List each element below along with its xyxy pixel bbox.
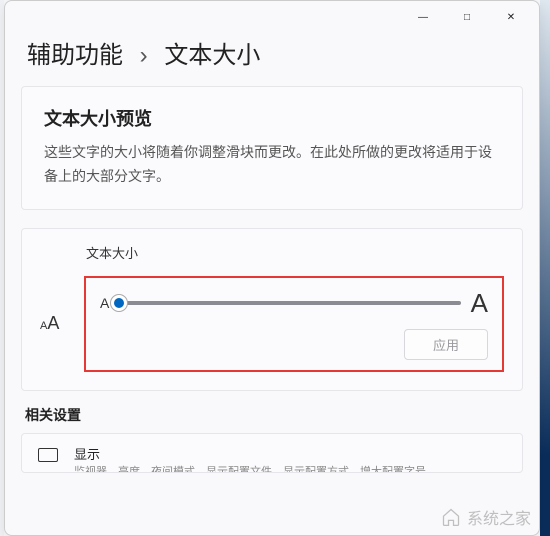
related-display-subtitle: 监视器、亮度、夜间模式、显示配置文件、显示配置方式、增大配置字号 (74, 463, 426, 473)
preview-description: 这些文字的大小将随着你调整滑块而更改。在此处所做的更改将适用于设备上的大部分文字… (44, 141, 500, 189)
related-display-item[interactable]: 显示 监视器、亮度、夜间模式、显示配置文件、显示配置方式、增大配置字号 (21, 433, 523, 473)
apply-button[interactable]: 应用 (404, 329, 488, 360)
text-size-label: 文本大小 (86, 243, 504, 262)
text-size-section: 文本大小 AA A A 应用 (21, 228, 523, 391)
house-icon (441, 507, 461, 527)
minimize-button[interactable]: — (401, 2, 445, 32)
slider-min-label: A (100, 295, 109, 311)
settings-window: — □ ✕ 辅助功能 › 文本大小 文本大小预览 这些文字的大小将随着你调整滑块… (4, 0, 540, 536)
slider-max-label: A (471, 288, 488, 319)
preview-title: 文本大小预览 (44, 105, 500, 131)
text-size-preview-card: 文本大小预览 这些文字的大小将随着你调整滑块而更改。在此处所做的更改将适用于设备… (21, 86, 523, 210)
breadcrumb-separator: › (140, 42, 148, 69)
monitor-icon (38, 448, 58, 462)
titlebar: — □ ✕ (5, 1, 539, 33)
highlight-box: A A 应用 (84, 276, 504, 372)
text-size-slider[interactable] (119, 301, 460, 305)
watermark: 系统之家 (441, 505, 531, 529)
related-display-title: 显示 (74, 444, 426, 463)
breadcrumb-current: 文本大小 (164, 42, 260, 69)
breadcrumb-parent[interactable]: 辅助功能 (27, 42, 123, 69)
maximize-button[interactable]: □ (445, 2, 489, 32)
slider-thumb[interactable] (110, 294, 128, 312)
breadcrumb: 辅助功能 › 文本大小 (5, 33, 539, 86)
text-size-icon: AA (40, 313, 84, 334)
related-settings-heading: 相关设置 (25, 405, 519, 425)
close-button[interactable]: ✕ (489, 2, 533, 32)
